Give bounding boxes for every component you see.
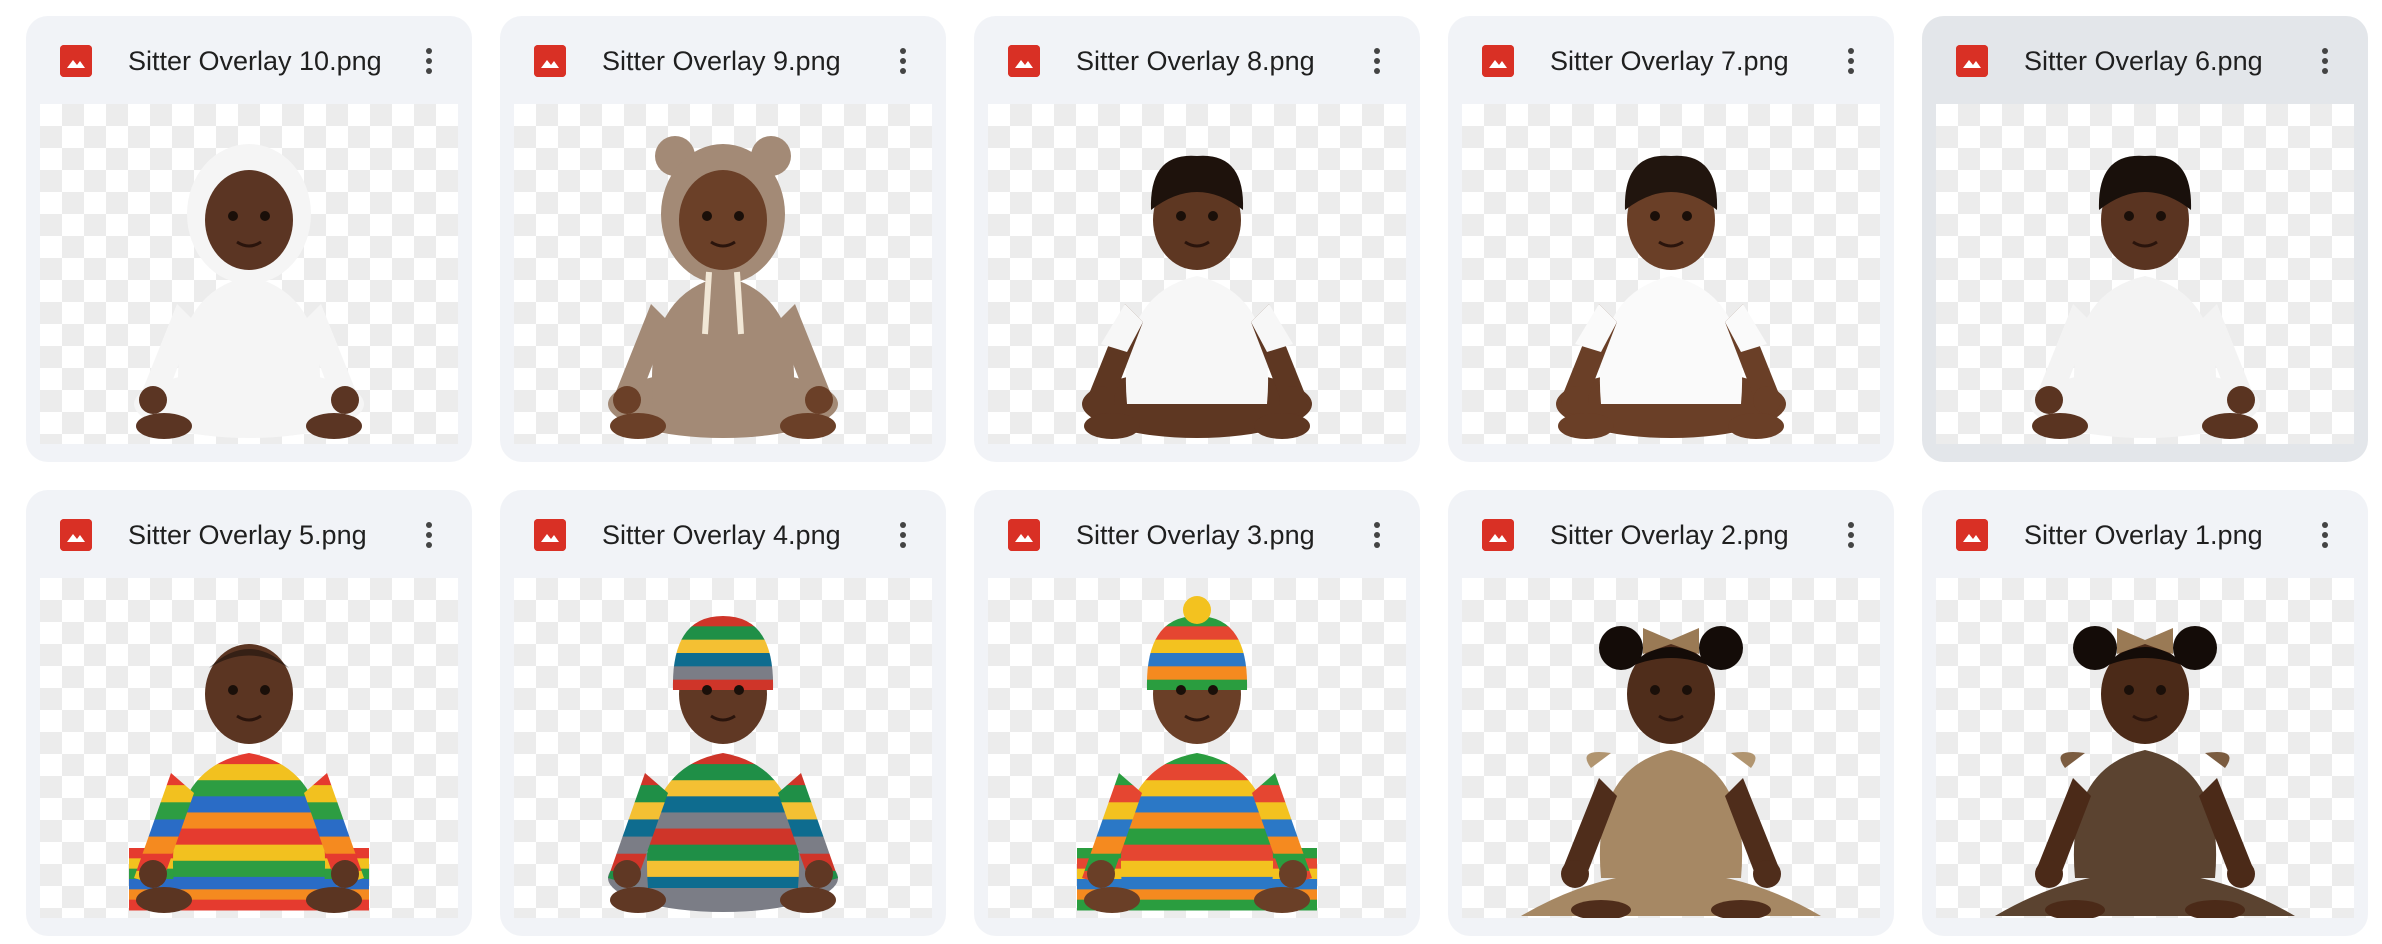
file-name: Sitter Overlay 9.png: [602, 46, 841, 76]
card-header: Sitter Overlay 9.png: [500, 16, 946, 104]
baby-photo: [514, 578, 932, 918]
file-grid: Sitter Overlay 10.png Sitter Overlay 9.p…: [0, 0, 2382, 944]
baby-illustration: [1995, 626, 2295, 918]
file-name: Sitter Overlay 1.png: [2024, 520, 2263, 550]
file-card-sitter-overlay-5[interactable]: Sitter Overlay 5.png: [26, 490, 472, 936]
file-card-sitter-overlay-7[interactable]: Sitter Overlay 7.png: [1448, 16, 1894, 462]
more-actions-button[interactable]: [408, 40, 450, 82]
thumbnail-image[interactable]: [40, 578, 458, 918]
baby-illustration: [1521, 626, 1821, 918]
baby-illustration: [608, 616, 838, 913]
baby-illustration: [1082, 155, 1312, 439]
image-file-icon: [60, 45, 92, 77]
baby-illustration: [608, 136, 838, 439]
file-card-sitter-overlay-6[interactable]: Sitter Overlay 6.png: [1922, 16, 2368, 462]
thumbnail-image[interactable]: [40, 104, 458, 444]
more-vert-icon: [900, 48, 906, 74]
file-name: Sitter Overlay 7.png: [1550, 46, 1789, 76]
more-actions-button[interactable]: [1830, 514, 1872, 556]
thumbnail-image[interactable]: [988, 578, 1406, 918]
image-file-icon: [1482, 45, 1514, 77]
card-header: Sitter Overlay 10.png: [26, 16, 472, 104]
baby-photo: [40, 578, 458, 918]
card-header: Sitter Overlay 7.png: [1448, 16, 1894, 104]
image-file-icon: [60, 519, 92, 551]
thumbnail-image[interactable]: [1462, 578, 1880, 918]
more-actions-button[interactable]: [1356, 40, 1398, 82]
file-name: Sitter Overlay 2.png: [1550, 520, 1789, 550]
more-vert-icon: [2322, 48, 2328, 74]
baby-photo: [40, 104, 458, 444]
card-header: Sitter Overlay 1.png: [1922, 490, 2368, 578]
thumbnail-image[interactable]: [1936, 104, 2354, 444]
file-name: Sitter Overlay 10.png: [128, 46, 382, 76]
image-file-icon: [1008, 45, 1040, 77]
image-file-icon: [1482, 519, 1514, 551]
baby-illustration: [1556, 155, 1786, 439]
more-vert-icon: [1374, 48, 1380, 74]
file-card-sitter-overlay-4[interactable]: Sitter Overlay 4.png: [500, 490, 946, 936]
image-file-icon: [534, 45, 566, 77]
image-file-icon: [1956, 45, 1988, 77]
file-name: Sitter Overlay 4.png: [602, 520, 841, 550]
baby-illustration: [134, 144, 364, 439]
thumbnail-image[interactable]: [988, 104, 1406, 444]
file-card-sitter-overlay-1[interactable]: Sitter Overlay 1.png: [1922, 490, 2368, 936]
image-file-icon: [1008, 519, 1040, 551]
baby-illustration: [129, 644, 369, 913]
file-name: Sitter Overlay 8.png: [1076, 46, 1315, 76]
card-header: Sitter Overlay 8.png: [974, 16, 1420, 104]
image-file-icon: [534, 519, 566, 551]
baby-photo: [988, 104, 1406, 444]
baby-illustration: [1077, 596, 1317, 913]
file-card-sitter-overlay-2[interactable]: Sitter Overlay 2.png: [1448, 490, 1894, 936]
card-header: Sitter Overlay 5.png: [26, 490, 472, 578]
more-actions-button[interactable]: [1356, 514, 1398, 556]
more-vert-icon: [2322, 522, 2328, 548]
more-actions-button[interactable]: [2304, 40, 2346, 82]
file-name: Sitter Overlay 3.png: [1076, 520, 1315, 550]
baby-photo: [1462, 578, 1880, 918]
baby-photo: [514, 104, 932, 444]
thumbnail-image[interactable]: [514, 104, 932, 444]
baby-photo: [1936, 104, 2354, 444]
thumbnail-image[interactable]: [1936, 578, 2354, 918]
file-card-sitter-overlay-8[interactable]: Sitter Overlay 8.png: [974, 16, 1420, 462]
thumbnail-image[interactable]: [514, 578, 932, 918]
baby-illustration: [2030, 155, 2260, 439]
file-card-sitter-overlay-9[interactable]: Sitter Overlay 9.png: [500, 16, 946, 462]
baby-photo: [988, 578, 1406, 918]
file-name: Sitter Overlay 6.png: [2024, 46, 2263, 76]
more-actions-button[interactable]: [882, 40, 924, 82]
baby-photo: [1462, 104, 1880, 444]
more-actions-button[interactable]: [408, 514, 450, 556]
file-card-sitter-overlay-3[interactable]: Sitter Overlay 3.png: [974, 490, 1420, 936]
more-vert-icon: [900, 522, 906, 548]
more-actions-button[interactable]: [1830, 40, 1872, 82]
more-vert-icon: [426, 522, 432, 548]
thumbnail-image[interactable]: [1462, 104, 1880, 444]
more-vert-icon: [1848, 48, 1854, 74]
image-file-icon: [1956, 519, 1988, 551]
card-header: Sitter Overlay 6.png: [1922, 16, 2368, 104]
baby-photo: [1936, 578, 2354, 918]
file-card-sitter-overlay-10[interactable]: Sitter Overlay 10.png: [26, 16, 472, 462]
more-vert-icon: [426, 48, 432, 74]
more-vert-icon: [1374, 522, 1380, 548]
card-header: Sitter Overlay 4.png: [500, 490, 946, 578]
more-vert-icon: [1848, 522, 1854, 548]
file-name: Sitter Overlay 5.png: [128, 520, 367, 550]
more-actions-button[interactable]: [882, 514, 924, 556]
more-actions-button[interactable]: [2304, 514, 2346, 556]
card-header: Sitter Overlay 2.png: [1448, 490, 1894, 578]
card-header: Sitter Overlay 3.png: [974, 490, 1420, 578]
